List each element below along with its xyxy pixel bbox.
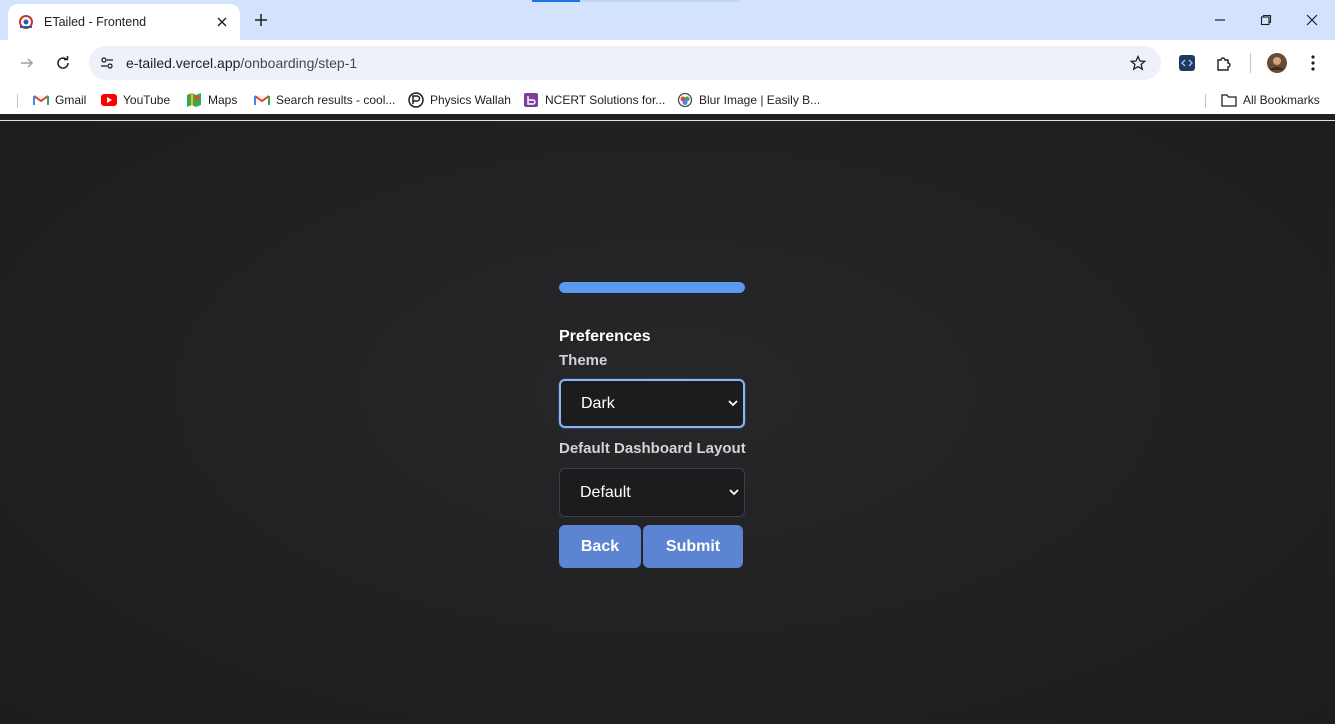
- forward-button[interactable]: [11, 47, 43, 79]
- etailed-logo-icon: [18, 14, 34, 30]
- tab-title: ETailed - Frontend: [44, 15, 147, 29]
- section-title: Preferences: [559, 328, 651, 345]
- layout-label: Default Dashboard Layout: [559, 440, 746, 457]
- extensions-puzzle-icon[interactable]: [1209, 48, 1239, 78]
- tab-strip-accent: [532, 0, 580, 2]
- url-text: e-tailed.vercel.app/onboarding/step-1: [126, 55, 1123, 71]
- arrow-right-icon: [21, 58, 34, 68]
- url-path: /onboarding/step-1: [240, 55, 358, 71]
- bookmarks-separator: [17, 94, 18, 108]
- theme-label: Theme: [559, 352, 608, 369]
- browser-tab-active[interactable]: ETailed - Frontend: [8, 4, 240, 40]
- restore-icon: [1260, 14, 1272, 26]
- bookmark-gmail[interactable]: Gmail: [33, 90, 86, 110]
- reload-icon: [57, 56, 69, 69]
- bookmark-blur-image[interactable]: Blur Image | Easily B...: [677, 90, 820, 110]
- onboarding-progress-fill: [559, 282, 745, 293]
- bookmark-label: YouTube: [123, 93, 171, 107]
- onboarding-progress-bar: [559, 282, 745, 293]
- dashboard-layout-select-value: Default: [580, 483, 631, 501]
- theme-select-value: Dark: [581, 394, 615, 412]
- all-bookmarks-button[interactable]: All Bookmarks: [1221, 90, 1320, 110]
- bookmark-star-icon[interactable]: [1123, 48, 1153, 78]
- gmail-icon: [254, 92, 270, 108]
- bookmark-search-results[interactable]: Search results - cool...: [254, 90, 395, 110]
- minimize-icon: [1215, 19, 1225, 21]
- profile-avatar[interactable]: [1262, 48, 1292, 78]
- bookmark-maps[interactable]: Maps: [186, 90, 237, 110]
- new-tab-button[interactable]: [249, 8, 273, 32]
- toolbar-separator: [1250, 53, 1251, 73]
- youtube-icon: [101, 92, 117, 108]
- gmail-icon: [33, 92, 49, 108]
- restore-button[interactable]: [1243, 0, 1289, 40]
- back-button[interactable]: Back: [559, 525, 641, 568]
- chevron-down-icon: [728, 487, 740, 499]
- theme-select[interactable]: Dark: [559, 379, 745, 428]
- menu-kebab-icon[interactable]: [1298, 48, 1328, 78]
- bookmark-label: Gmail: [55, 93, 87, 107]
- close-window-button[interactable]: [1289, 0, 1335, 40]
- submit-button[interactable]: Submit: [643, 525, 743, 568]
- bookmark-label: Blur Image | Easily B...: [699, 93, 821, 107]
- folder-icon: [1221, 92, 1237, 108]
- bookmark-ncert[interactable]: NCERT Solutions for...: [523, 90, 665, 110]
- tab-close-icon[interactable]: [214, 14, 230, 30]
- all-bookmarks-label: All Bookmarks: [1243, 93, 1320, 107]
- site-info-icon[interactable]: [92, 48, 122, 78]
- bookmark-label: NCERT Solutions for...: [545, 93, 666, 107]
- bookmarks-bar: Gmail YouTube Maps Search results - cool…: [0, 86, 1335, 114]
- physics-wallah-icon: [408, 92, 424, 108]
- browser-toolbar: e-tailed.vercel.app/onboarding/step-1: [0, 40, 1335, 86]
- chevron-down-icon: [727, 398, 739, 410]
- bookmark-physics-wallah[interactable]: Physics Wallah: [408, 90, 511, 110]
- dashboard-layout-select[interactable]: Default: [559, 468, 745, 517]
- maps-icon: [186, 92, 202, 108]
- close-icon: [1306, 14, 1318, 26]
- tab-strip: ETailed - Frontend: [0, 0, 1335, 40]
- address-bar[interactable]: e-tailed.vercel.app/onboarding/step-1: [89, 46, 1161, 80]
- bookmark-youtube[interactable]: YouTube: [101, 90, 170, 110]
- url-host: e-tailed.vercel.app: [126, 55, 241, 71]
- reload-button[interactable]: [47, 47, 79, 79]
- bookmark-label: Search results - cool...: [276, 93, 396, 107]
- ncert-icon: [523, 92, 539, 108]
- minimize-button[interactable]: [1197, 0, 1243, 40]
- bookmark-label: Maps: [208, 93, 238, 107]
- bookmark-label: Physics Wallah: [430, 93, 511, 107]
- blur-image-icon: [677, 92, 693, 108]
- extension-devtools-icon[interactable]: [1172, 48, 1202, 78]
- onboarding-page: Preferences Theme Dark Default Dashboard…: [0, 121, 1335, 724]
- tab-strip-accent-secondary: [580, 0, 740, 2]
- bookmarks-separator: [1205, 94, 1206, 108]
